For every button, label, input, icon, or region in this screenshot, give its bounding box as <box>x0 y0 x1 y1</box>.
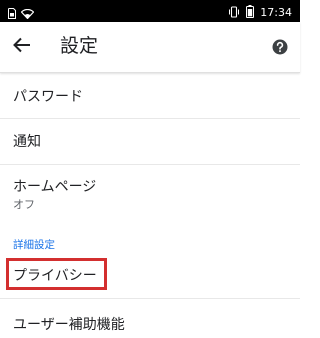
highlight-box <box>6 258 107 290</box>
status-bar: 17:34 <box>0 0 300 22</box>
settings-item-label: ホームページ <box>13 179 97 195</box>
status-bar-left <box>8 4 35 23</box>
settings-item-label: ユーザー補助機能 <box>13 317 125 333</box>
status-bar-right: 17:34 <box>228 3 292 22</box>
settings-item-homepage[interactable]: ホームページ オフ <box>0 165 300 223</box>
back-button[interactable] <box>8 34 36 60</box>
help-icon <box>270 39 290 61</box>
sim-icon <box>8 4 16 23</box>
settings-item-notifications[interactable]: 通知 <box>0 119 300 164</box>
page-title: 設定 <box>60 35 99 57</box>
arrow-back-icon <box>13 37 31 57</box>
settings-item-value: オフ <box>13 198 35 211</box>
help-button[interactable] <box>270 37 290 57</box>
wifi-icon <box>20 4 35 23</box>
settings-item-label: 通知 <box>13 134 41 150</box>
settings-item-accessibility[interactable]: ユーザー補助機能 <box>0 299 300 338</box>
app-bar: 設定 <box>0 22 300 73</box>
vibrate-icon <box>228 3 240 22</box>
section-header-advanced: 詳細設定 <box>13 239 55 251</box>
settings-item-password[interactable]: パスワード <box>0 73 300 118</box>
battery-icon <box>246 3 255 22</box>
settings-item-label: パスワード <box>13 89 83 105</box>
status-time: 17:34 <box>260 5 292 19</box>
